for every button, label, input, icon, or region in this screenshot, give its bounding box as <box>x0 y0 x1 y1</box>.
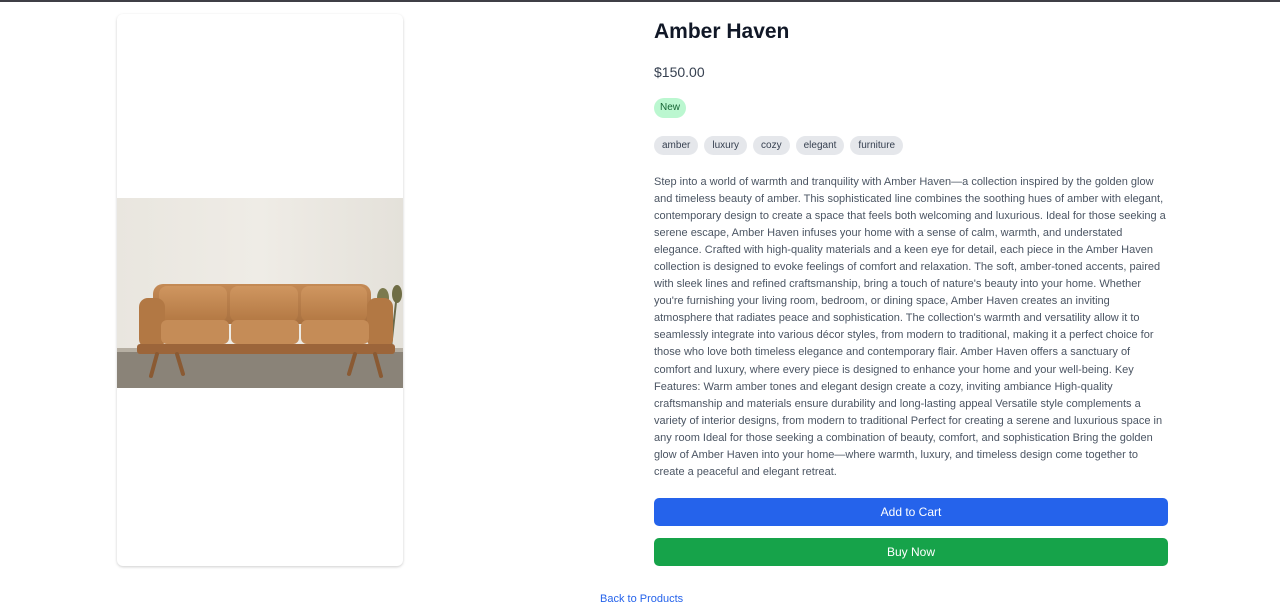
add-to-cart-button[interactable]: Add to Cart <box>654 498 1168 526</box>
product-image <box>117 198 403 388</box>
tag-list: amber luxury cozy elegant furniture <box>654 136 904 155</box>
product-description: Step into a world of warmth and tranquil… <box>654 176 1166 478</box>
buy-now-button[interactable]: Buy Now <box>654 538 1168 566</box>
tag-elegant: elegant <box>795 136 845 155</box>
tag-furniture: furniture <box>850 136 904 155</box>
product-title: Amber Haven <box>654 20 790 43</box>
back-to-products-link[interactable]: Back to Products <box>600 592 683 606</box>
top-border <box>0 0 1280 2</box>
tag-cozy: cozy <box>753 136 790 155</box>
product-price: $150.00 <box>654 64 705 80</box>
tag-amber: amber <box>654 136 699 155</box>
product-image-card <box>117 14 403 566</box>
tag-luxury: luxury <box>704 136 748 155</box>
product-details: Amber Haven $150.00 New amber luxury coz… <box>654 18 1168 566</box>
status-badge: New <box>654 98 687 118</box>
